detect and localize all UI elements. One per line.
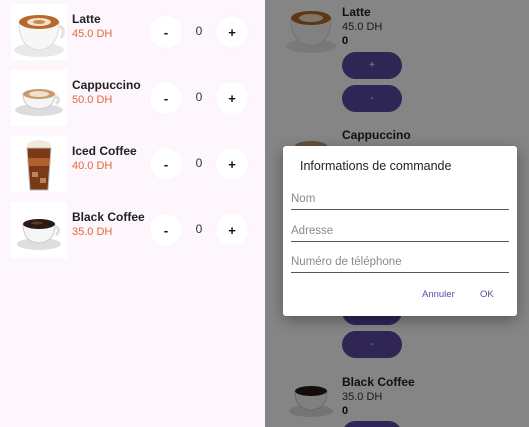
iced-coffee-image <box>11 136 67 192</box>
quantity-value: 0 <box>195 90 203 104</box>
increase-button[interactable]: + <box>216 214 248 246</box>
cancel-button[interactable]: Annuler <box>422 289 455 300</box>
address-input[interactable] <box>291 216 509 242</box>
item-name: Iced Coffee <box>72 144 137 158</box>
list-item: Cappuccino 50.0 DH - 0 + <box>0 70 265 126</box>
quantity-value: 0 <box>195 24 203 38</box>
cappuccino-image <box>11 70 67 126</box>
item-name: Black Coffee <box>72 210 145 224</box>
black-coffee-image <box>11 202 67 258</box>
ok-button[interactable]: OK <box>480 289 494 300</box>
name-input[interactable] <box>291 184 509 210</box>
dialog-title: Informations de commande <box>300 159 452 173</box>
increase-button[interactable]: + <box>216 82 248 114</box>
decrease-button[interactable]: - <box>150 16 182 48</box>
decrease-button[interactable]: - <box>150 82 182 114</box>
order-info-dialog: Informations de commande Annuler OK <box>283 146 517 316</box>
address-field[interactable] <box>291 216 509 242</box>
increase-button[interactable]: + <box>216 16 248 48</box>
decrease-button[interactable]: - <box>150 214 182 246</box>
phone-input[interactable] <box>291 247 509 273</box>
item-price: 35.0 DH <box>72 226 113 238</box>
menu-list-panel: Latte 45.0 DH - 0 + Cappuccino 50.0 DH -… <box>0 0 265 427</box>
increase-button[interactable]: + <box>216 148 248 180</box>
phone-field[interactable] <box>291 247 509 273</box>
name-field[interactable] <box>291 184 509 210</box>
list-item: Black Coffee 35.0 DH - 0 + <box>0 202 265 258</box>
item-name: Cappuccino <box>72 78 141 92</box>
item-price: 40.0 DH <box>72 160 113 172</box>
quantity-value: 0 <box>195 156 203 170</box>
quantity-value: 0 <box>195 222 203 236</box>
list-item: Iced Coffee 40.0 DH - 0 + <box>0 136 265 192</box>
item-name: Latte <box>72 12 101 26</box>
decrease-button[interactable]: - <box>150 148 182 180</box>
list-item: Latte 45.0 DH - 0 + <box>0 4 265 60</box>
item-price: 50.0 DH <box>72 94 113 106</box>
latte-image <box>11 4 67 60</box>
item-price: 45.0 DH <box>72 28 113 40</box>
